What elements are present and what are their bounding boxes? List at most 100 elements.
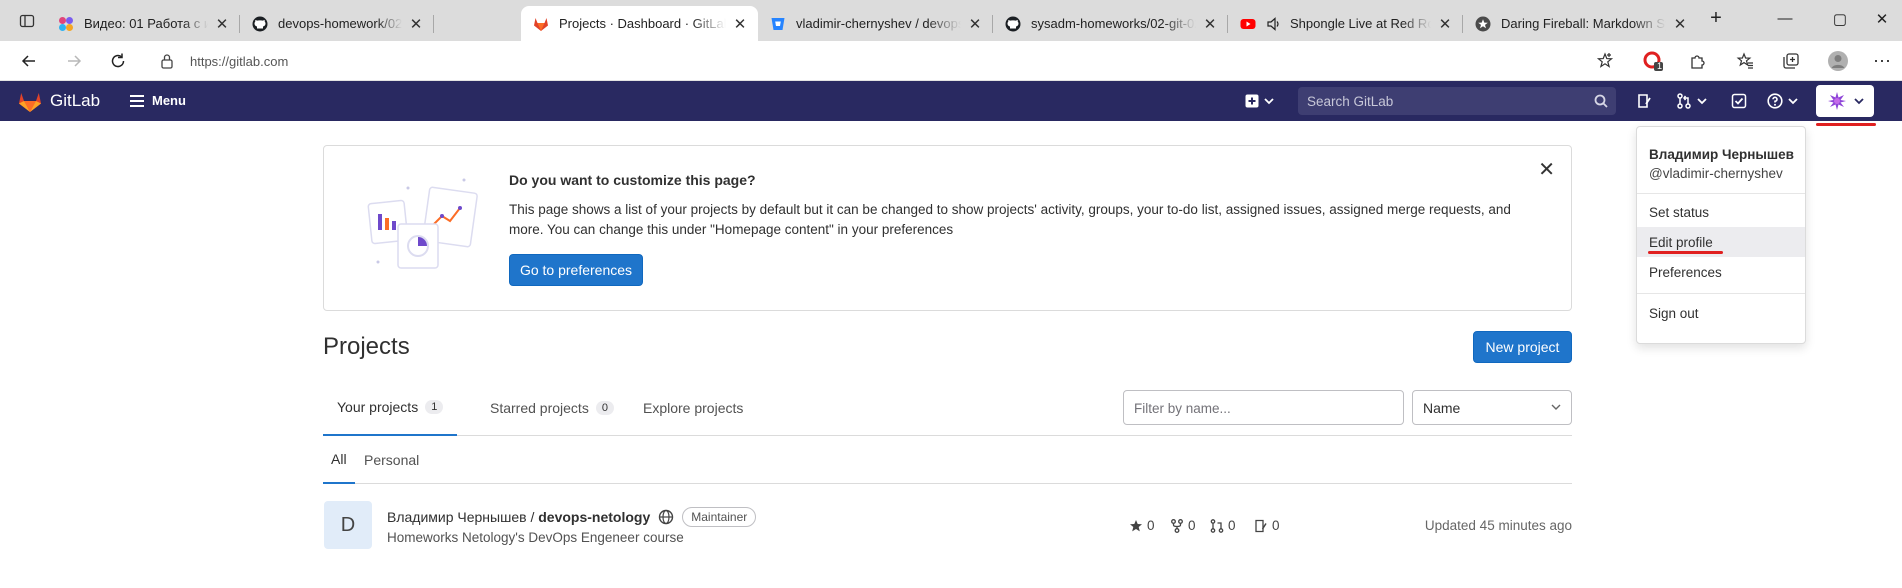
- project-filter-tabs: All Personal: [323, 436, 1572, 484]
- annotation-underline: [1648, 251, 1723, 254]
- banner-title: Do you want to customize this page?: [509, 172, 756, 188]
- favorites-icon[interactable]: [1733, 49, 1757, 73]
- browser-tab[interactable]: Shpongle Live at Red Rocks ✕: [1228, 6, 1463, 41]
- issues-icon[interactable]: [1636, 91, 1652, 111]
- project-name: devops-netology: [538, 509, 651, 525]
- github-icon: [252, 16, 268, 32]
- issues-icon: [1255, 519, 1267, 532]
- page-title: Projects: [323, 333, 410, 360]
- browser-tab-active[interactable]: Projects · Dashboard · GitLab ✕: [521, 6, 758, 41]
- issues-count[interactable]: 0: [1254, 518, 1280, 533]
- browser-tab[interactable]: vladimir-chernyshev / devops-n ✕: [758, 6, 993, 41]
- tab-close-icon[interactable]: ✕: [1437, 15, 1453, 33]
- tab-explore-projects[interactable]: Explore projects: [629, 380, 757, 436]
- minimize-icon[interactable]: —: [1775, 10, 1795, 27]
- tab-label: Explore projects: [643, 400, 744, 416]
- user-username[interactable]: @vladimir-chernyshev: [1649, 166, 1783, 181]
- favorite-star-icon[interactable]: [1593, 49, 1617, 73]
- color-grid-icon: [58, 16, 74, 32]
- go-to-preferences-button[interactable]: Go to preferences: [509, 254, 643, 286]
- chevron-down-icon: [1788, 98, 1798, 105]
- browser-tab[interactable]: sysadm-homeworks/02-git-02-b ✕: [993, 6, 1228, 41]
- address-bar[interactable]: https://gitlab.com: [150, 46, 1625, 76]
- back-icon[interactable]: [17, 49, 41, 73]
- tab-actions-icon[interactable]: [16, 10, 38, 32]
- main-menu-button[interactable]: Menu: [130, 93, 186, 108]
- tab-close-icon[interactable]: ✕: [1672, 15, 1688, 33]
- lock-icon[interactable]: [160, 53, 174, 74]
- new-project-button[interactable]: New project: [1473, 331, 1572, 363]
- tab-close-icon[interactable]: ✕: [732, 15, 748, 33]
- tab-title: Daring Fireball: Markdown Synta: [1501, 16, 1666, 31]
- url-text: https://gitlab.com: [190, 54, 289, 69]
- create-new-button[interactable]: [1245, 91, 1274, 111]
- plus-square-icon: [1245, 94, 1259, 108]
- tab-personal[interactable]: Personal: [364, 436, 419, 484]
- extension-icon[interactable]: 1: [1641, 49, 1665, 73]
- tab-title: vladimir-chernyshev / devops-n: [796, 16, 961, 31]
- tab-all[interactable]: All: [323, 436, 355, 484]
- help-icon: [1767, 93, 1783, 109]
- tab-close-icon[interactable]: ✕: [214, 15, 230, 33]
- tab-title: Видео: 01 Работа с историей и: [84, 16, 208, 31]
- gitlab-icon: [533, 16, 549, 32]
- help-button[interactable]: [1767, 91, 1798, 111]
- user-dropdown-menu: Владимир Чернышев @vladimir-chernyshev S…: [1636, 126, 1806, 344]
- github-icon: [1005, 16, 1021, 32]
- fork-icon: [1171, 518, 1183, 533]
- tab-close-icon[interactable]: ✕: [967, 15, 983, 33]
- user-avatar-button[interactable]: [1816, 85, 1874, 117]
- menu-divider: [1637, 293, 1805, 294]
- bitbucket-icon: [770, 16, 786, 32]
- project-avatar[interactable]: D: [324, 501, 372, 549]
- tab-count: 1: [425, 400, 444, 414]
- close-window-icon[interactable]: ✕: [1872, 10, 1892, 28]
- close-banner-icon[interactable]: ✕: [1538, 160, 1555, 180]
- collections-icon[interactable]: [1779, 49, 1803, 73]
- forks-count[interactable]: 0: [1170, 518, 1196, 533]
- tab-label: Your projects: [337, 399, 419, 415]
- sort-value: Name: [1423, 400, 1461, 416]
- menu-label: Menu: [152, 93, 186, 108]
- tab-close-icon[interactable]: ✕: [1202, 15, 1218, 33]
- forward-icon[interactable]: [62, 49, 86, 73]
- tab-title: devops-homework/02-git-01-vcs: [278, 16, 402, 31]
- gitlab-header: GitLab Menu Search GitLab: [0, 81, 1902, 121]
- project-description: Homeworks Netology's DevOps Engeneer cou…: [387, 530, 684, 545]
- maximize-icon[interactable]: ▢: [1830, 10, 1850, 28]
- browser-tab[interactable]: devops-homework/02-git-01-vcs ✕: [240, 6, 434, 41]
- tab-starred-projects[interactable]: Starred projects 0: [476, 380, 628, 436]
- set-status-item[interactable]: Set status: [1637, 197, 1805, 227]
- project-namespace: Владимир Чернышев /: [387, 509, 539, 525]
- chevron-down-icon: [1854, 98, 1864, 105]
- sign-out-item[interactable]: Sign out: [1637, 298, 1805, 328]
- merge-requests-count[interactable]: 0: [1210, 518, 1236, 533]
- user-full-name[interactable]: Владимир Чернышев: [1649, 147, 1794, 162]
- user-avatar-icon: [1826, 90, 1848, 112]
- profile-avatar-icon[interactable]: [1826, 49, 1850, 73]
- merge-requests-button[interactable]: [1676, 91, 1707, 111]
- chevron-down-icon: [1264, 98, 1274, 105]
- browser-tab[interactable]: Daring Fireball: Markdown Synta ✕: [1463, 6, 1698, 41]
- gitlab-search-input[interactable]: Search GitLab: [1298, 87, 1616, 115]
- hamburger-icon: [130, 94, 144, 107]
- more-options-icon[interactable]: ⋯: [1870, 49, 1894, 73]
- speaker-icon[interactable]: [1266, 16, 1282, 32]
- stars-count[interactable]: 0: [1129, 518, 1155, 533]
- browser-tab-bar: Видео: 01 Работа с историей и ✕ devops-h…: [0, 0, 1902, 41]
- new-tab-icon[interactable]: +: [1706, 7, 1726, 30]
- gitlab-logo-icon[interactable]: [18, 91, 42, 118]
- gitlab-brand[interactable]: GitLab: [50, 91, 100, 111]
- preferences-item[interactable]: Preferences: [1637, 257, 1805, 287]
- filter-by-name-input[interactable]: Filter by name...: [1123, 390, 1404, 425]
- role-badge: Maintainer: [682, 507, 757, 527]
- reload-icon[interactable]: [106, 49, 130, 73]
- todos-icon[interactable]: [1731, 91, 1747, 111]
- tab-close-icon[interactable]: ✕: [408, 15, 424, 33]
- project-title[interactable]: Владимир Чернышев / devops-netology Main…: [387, 507, 757, 527]
- puzzle-icon[interactable]: [1686, 49, 1710, 73]
- tab-your-projects[interactable]: Your projects 1: [323, 380, 458, 436]
- sort-select[interactable]: Name: [1412, 390, 1572, 425]
- browser-tab[interactable]: Видео: 01 Работа с историей и ✕: [46, 6, 240, 41]
- menu-divider: [1637, 193, 1805, 194]
